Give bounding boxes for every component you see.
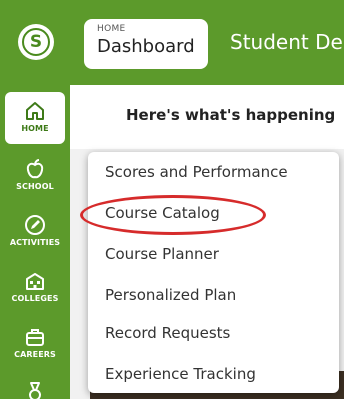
sidebar-item-label: ACTIVITIES: [9, 238, 61, 247]
top-header-bar: S HOME Dashboard Student De: [0, 0, 344, 85]
highlight-ellipse: [80, 195, 266, 235]
sidebar: HOME SCHOOL ACTIVITIES COLLEGES CAREERS: [0, 85, 70, 399]
pencil-icon: [24, 214, 46, 236]
sidebar-item-school[interactable]: SCHOOL: [5, 158, 65, 191]
sidebar-item-label: SCHOOL: [16, 182, 54, 191]
apple-icon: [24, 158, 46, 180]
home-icon: [24, 100, 46, 122]
medal-icon: [24, 381, 46, 399]
breadcrumb[interactable]: HOME Dashboard: [84, 19, 208, 69]
sidebar-item-activities[interactable]: ACTIVITIES: [5, 214, 65, 247]
sidebar-item-colleges[interactable]: COLLEGES: [5, 270, 65, 303]
sidebar-item-label: COLLEGES: [11, 294, 59, 303]
menu-item-course-planner[interactable]: Course Planner: [105, 244, 219, 264]
app-window: S HOME Dashboard Student De HOME SCHOOL …: [0, 0, 344, 399]
menu-item-personalized-plan[interactable]: Personalized Plan: [105, 285, 236, 305]
sidebar-item-label: HOME: [21, 124, 49, 133]
briefcase-icon: [24, 326, 46, 348]
menu-item-experience-tracking[interactable]: Experience Tracking: [105, 364, 256, 384]
building-icon: [24, 270, 46, 292]
menu-item-scores-and-performance[interactable]: Scores and Performance: [105, 162, 288, 182]
page-title: Student De: [230, 30, 343, 54]
sidebar-item-more[interactable]: [5, 381, 65, 399]
sidebar-item-label: CAREERS: [14, 350, 56, 359]
dashboard-heading: Here's what's happening: [70, 85, 344, 149]
app-logo[interactable]: S: [18, 24, 54, 60]
breadcrumb-current: Dashboard: [97, 36, 195, 57]
logo-icon: S: [22, 28, 50, 56]
menu-item-record-requests[interactable]: Record Requests: [105, 323, 230, 343]
sidebar-item-careers[interactable]: CAREERS: [5, 326, 65, 359]
breadcrumb-parent: HOME: [97, 24, 126, 34]
sidebar-item-home[interactable]: HOME: [5, 92, 65, 144]
school-dropdown-menu: Scores and Performance Course Catalog Co…: [88, 152, 339, 393]
